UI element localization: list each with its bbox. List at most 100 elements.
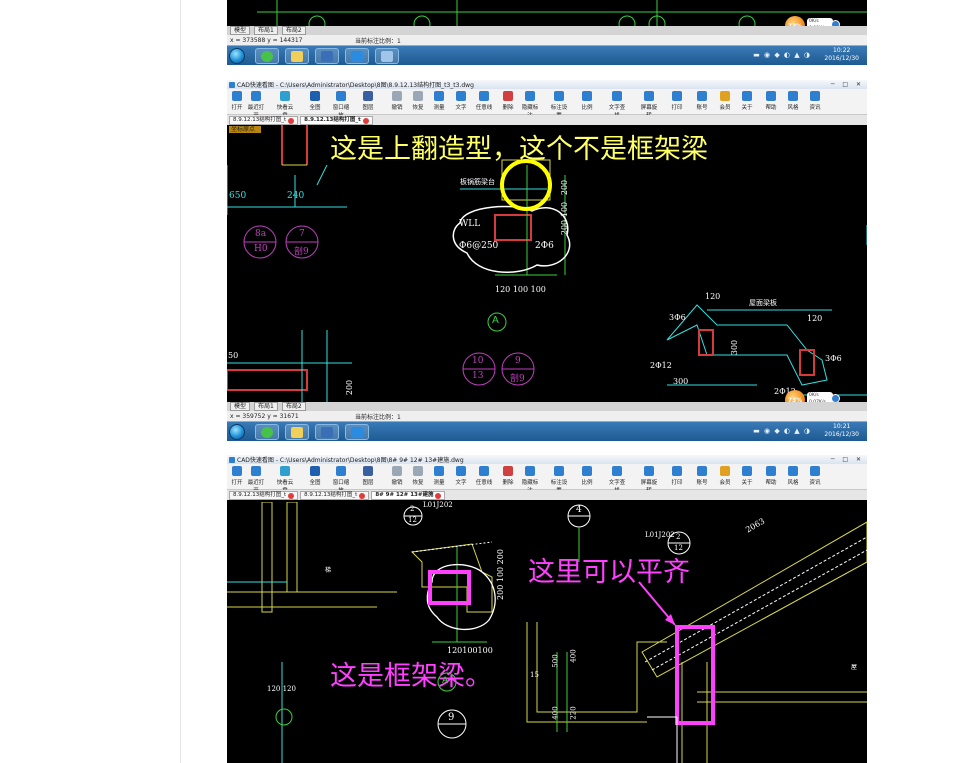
measure-button[interactable]: 测量 [429,466,449,486]
tab-layout1[interactable]: 布局1 [254,26,278,35]
dims-horizontal: 120100100 [447,646,493,655]
redo-button[interactable]: 恢复 [408,91,428,111]
taskbar-360-icon[interactable] [255,48,279,64]
tab-layout1[interactable]: 布局1 [254,402,278,411]
text-button[interactable]: 文字 [451,91,471,111]
taskbar-app-icon[interactable] [345,48,369,64]
help-button[interactable]: 帮助 [761,466,781,486]
bubble3-top: 10 [472,356,484,366]
window-controls[interactable]: ─ □ ✕ [831,81,864,88]
layers-button[interactable]: 图层 [358,91,378,111]
freeline-button[interactable]: 任意线 [474,91,494,111]
undo-button[interactable]: 撤销 [387,466,407,486]
tray-icons[interactable]: ▬ ◉ ◆ ◐ ▲ ◑ [753,427,811,435]
about-icon [742,91,752,101]
redo-button[interactable]: 恢复 [408,466,428,486]
scale-label: 当前标注比例：1 [355,37,401,45]
label-220: 220 [569,706,578,720]
full-view-button[interactable]: 全图 [305,466,325,486]
measure-button[interactable]: 测量 [429,91,449,111]
doc-tab-3[interactable]: 8# 9# 12# 13#建施 [371,491,446,500]
account-button[interactable]: 账号 [692,466,712,486]
layers-icon [363,466,373,476]
tray-icons[interactable]: ▬ ◉ ◆ ◐ ▲ ◑ [753,51,811,59]
taskbar-app-icon[interactable] [345,424,369,440]
layers-button[interactable]: 图层 [358,466,378,486]
label-rebar: Φ6@250 [459,241,499,251]
clock-time: 10:22 [833,47,851,54]
cad-canvas[interactable]: 这里可以平齐 这是框架梁。 L01J202 2 12 4 L01J202 2 1… [227,501,867,763]
tab-layout2[interactable]: 布局2 [281,402,306,411]
close-tab-icon[interactable] [362,117,369,124]
about-button[interactable]: 关于 [737,466,757,486]
taskbar-draw-icon[interactable] [375,48,399,64]
dim-settings-icon [554,466,564,476]
open-button[interactable]: 打开 [227,91,247,111]
ribbon-label: 比例 [581,480,593,486]
scale-button[interactable]: 比例 [577,466,597,486]
style-button[interactable]: 风格 [783,466,803,486]
window-titlebar: CAD快速看图 - C:\Users\Administrator\Desktop… [227,455,867,464]
ref-a-label: L01J202 [423,501,453,509]
taskbar-explorer-icon[interactable] [285,424,309,440]
account-button[interactable]: 账号 [692,91,712,111]
doc-tab-2[interactable]: 8.9.12.13结构打图_t [300,116,373,125]
delete-button[interactable]: 删除 [498,466,518,486]
close-tab-icon[interactable] [435,492,442,499]
doc-tab-2[interactable]: 8.9.12.13结构打图_t [300,491,370,500]
scale-button[interactable]: 比例 [577,91,597,111]
open-button[interactable]: 打开 [227,466,247,486]
taskbar-360-icon[interactable] [255,424,279,440]
close-tab-icon[interactable] [288,492,295,499]
news-button[interactable]: 资讯 [805,91,825,111]
clock[interactable]: 10:22 2016/12/30 [824,47,859,63]
label-50: 50 [228,351,239,360]
tab-model[interactable]: 模型 [230,26,251,35]
label-200b: 200 [345,379,355,396]
vip-button[interactable]: 会员 [715,466,735,486]
rotate-icon [644,91,654,101]
full-view-button[interactable]: 全图 [305,91,325,111]
hide-dims-icon [525,466,535,476]
freeline-button[interactable]: 任意线 [474,466,494,486]
cad-canvas[interactable]: 这是上翻造型，这个不是框架梁 坐标原点 650 240 板锅筋梁台 WLL Φ6… [227,125,867,410]
clock[interactable]: 10:21 2016/12/30 [824,423,859,439]
cad-canvas[interactable]: 73% 0K/s 0.09K/s [227,0,867,36]
print-button[interactable]: 打印 [667,91,687,111]
label-r3o6b: 3Φ6 [825,354,842,363]
undo-button[interactable]: 撤销 [387,91,407,111]
print-button[interactable]: 打印 [667,466,687,486]
ribbon-label: 会员 [719,105,731,111]
vip-button[interactable]: 会员 [715,91,735,111]
close-tab-icon[interactable] [359,492,366,499]
delete-button[interactable]: 删除 [498,91,518,111]
ref-b-label: L01J202 [645,531,675,539]
news-icon [810,91,820,101]
tab-layout2[interactable]: 布局2 [281,26,306,35]
about-button[interactable]: 关于 [737,91,757,111]
label-r300b: 300 [673,377,689,386]
ribbon-label: 帮助 [765,105,777,111]
start-button[interactable] [229,424,245,440]
text-button[interactable]: 文字 [451,466,471,486]
doc-tab-label: 8.9.12.13结构打图_t [233,492,287,498]
help-button[interactable]: 帮助 [761,91,781,111]
doc-tab-1[interactable]: 8.9.12.13结构打图_t [229,491,299,500]
window-controls[interactable]: ─ □ ✕ [831,456,864,463]
style-button[interactable]: 风格 [783,91,803,111]
start-button[interactable] [229,48,245,64]
tab-model[interactable]: 模型 [230,402,251,411]
taskbar-cad-icon[interactable] [315,48,339,64]
coordinate-readout: x = 359752 y = 31671 [230,412,299,420]
ribbon-label: 任意线 [475,105,493,111]
ribbon-label: 帮助 [765,480,777,486]
taskbar-cad-icon[interactable] [315,424,339,440]
layers-icon [363,91,373,101]
close-tab-icon[interactable] [288,117,295,124]
scale-icon [582,91,592,101]
taskbar-explorer-icon[interactable] [285,48,309,64]
cloud-icon [280,466,290,476]
label-650: 650 [229,191,247,201]
open-icon [232,466,242,476]
news-button[interactable]: 资讯 [805,466,825,486]
